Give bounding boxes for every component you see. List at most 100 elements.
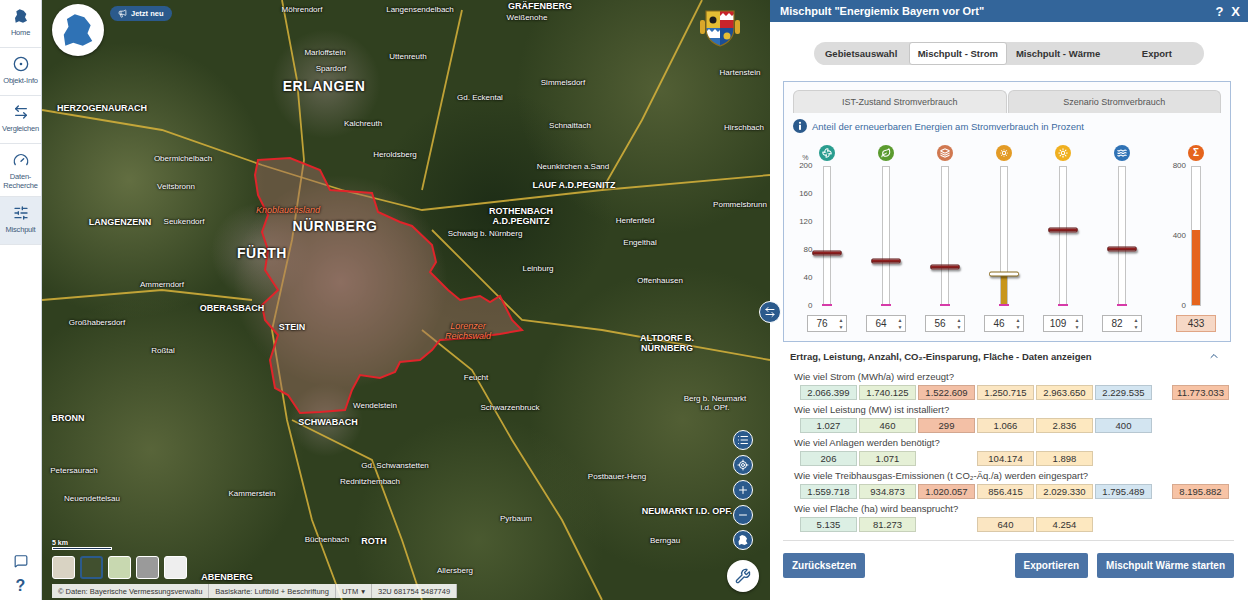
map-label: ALTDORF B. NÜRNBERG	[631, 333, 703, 354]
map-label: Engelthal	[623, 238, 656, 247]
slider-track[interactable]	[823, 166, 831, 306]
spin-up[interactable]: ▲	[955, 317, 964, 324]
coat-of-arms	[698, 8, 742, 52]
spin-down[interactable]: ▼	[837, 324, 846, 331]
projection-select[interactable]: UTM▾	[336, 584, 372, 598]
details-toggle[interactable]: Ertrag, Leistung, Anzahl, CO₂-Einsparung…	[790, 349, 1220, 363]
basemap-thumb[interactable]	[164, 556, 187, 579]
sidebar-item[interactable]: Mischpult	[0, 197, 41, 245]
scale-line	[52, 547, 112, 550]
number-input[interactable]: 64▲▼	[866, 315, 906, 332]
number-input[interactable]: 82▲▼	[1102, 315, 1142, 332]
metric-row: 2061.071104.1741.898	[800, 451, 1248, 466]
minus-icon	[737, 509, 749, 521]
bavaria-icon	[13, 8, 29, 24]
spin-down[interactable]: ▼	[1014, 324, 1023, 331]
basemap-thumb[interactable]	[52, 556, 75, 579]
slider-track[interactable]	[882, 166, 890, 306]
slider-handle[interactable]	[871, 259, 901, 264]
slider-track[interactable]	[941, 166, 949, 306]
subtab[interactable]: IST-Zustand Stromverbrauch	[793, 90, 1007, 113]
app: HomeObjekt-InfoVergleichenDaten-Recherch…	[0, 0, 1248, 600]
panel-help-button[interactable]: ?	[1215, 4, 1223, 19]
slider-handle[interactable]	[989, 271, 1019, 276]
slider-handle[interactable]	[1107, 246, 1137, 251]
number-value: 46	[985, 316, 1014, 331]
map-label: Neunkirchen a.Sand	[537, 162, 610, 171]
spin-down[interactable]: ▼	[1132, 324, 1141, 331]
export-button[interactable]: Exportieren	[1015, 553, 1089, 578]
slider-handle[interactable]	[812, 250, 842, 255]
bavaria-icon	[59, 11, 97, 49]
source-badge	[1114, 145, 1130, 161]
sidebar-footer: ?	[0, 554, 41, 600]
leaf-icon	[881, 148, 891, 158]
spin-down[interactable]: ▼	[1073, 324, 1082, 331]
reset-button[interactable]: Zurücksetzen	[783, 553, 865, 578]
start-heat-button[interactable]: Mischpult Wärme starten	[1097, 553, 1234, 578]
solar-roof-icon	[999, 148, 1009, 158]
chat-icon[interactable]	[14, 554, 28, 568]
slider-column: 46▲▼	[974, 145, 1033, 332]
overview-button[interactable]	[52, 4, 104, 56]
zoom-in-button[interactable]	[733, 480, 753, 500]
slider-track[interactable]	[1000, 166, 1008, 306]
metric-cell: 640	[977, 517, 1034, 532]
home-extent-button[interactable]	[733, 530, 753, 550]
basemap-thumb[interactable]	[136, 556, 159, 579]
zoom-out-button[interactable]	[733, 505, 753, 525]
subtab[interactable]: Szenario Stromverbrauch	[1008, 90, 1222, 113]
spin-up[interactable]: ▲	[896, 317, 905, 324]
locate-button[interactable]	[733, 455, 753, 475]
tab[interactable]: Export	[1109, 42, 1204, 65]
slider	[882, 166, 890, 306]
basemap-thumb[interactable]	[108, 556, 131, 579]
details-title: Ertrag, Leistung, Anzahl, CO₂-Einsparung…	[790, 351, 1092, 362]
map-label: Seukendorf	[164, 217, 205, 226]
number-input[interactable]: 109▲▼	[1043, 315, 1083, 332]
panel-close-button[interactable]: X	[1231, 4, 1240, 19]
metric-cell: 1.559.718	[800, 484, 857, 499]
number-input[interactable]: 76▲▼	[807, 315, 847, 332]
empty-cell	[1172, 451, 1229, 466]
tools-button[interactable]	[727, 560, 759, 592]
sidebar-item[interactable]: Vergleichen	[0, 96, 41, 144]
map-label: Weißenohe	[507, 13, 548, 22]
sidebar-item[interactable]: Daten-Recherche	[0, 144, 41, 197]
metric-cell: 1.250.715	[977, 385, 1034, 400]
panel-toggle[interactable]	[759, 301, 781, 323]
source-badge	[1055, 145, 1071, 161]
slider-handle[interactable]	[1048, 227, 1078, 232]
slider-track[interactable]	[1059, 166, 1067, 306]
spin-down[interactable]: ▼	[955, 324, 964, 331]
axis-tick: 400	[1173, 232, 1186, 240]
spin-up[interactable]: ▲	[837, 317, 846, 324]
spin-up[interactable]: ▲	[1132, 317, 1141, 324]
mixer-panel: Mischpult "Energiemix Bayern vor Ort"?XG…	[770, 0, 1248, 600]
tab[interactable]: Mischpult - Strom	[909, 42, 1007, 65]
slider-handle[interactable]	[930, 264, 960, 269]
tab[interactable]: Gebietsauswahl	[814, 42, 909, 65]
map-label: Berngau	[650, 536, 680, 545]
spin-up[interactable]: ▲	[1014, 317, 1023, 324]
tab[interactable]: Mischpult - Wärme	[1007, 42, 1109, 65]
slider-track[interactable]	[1118, 166, 1126, 306]
sun-icon	[1058, 148, 1068, 158]
spin-up[interactable]: ▲	[1073, 317, 1082, 324]
legend-button[interactable]	[733, 430, 753, 450]
news-badge[interactable]: Jetzt neu	[110, 6, 172, 21]
map-label: ROTH	[361, 536, 387, 546]
map[interactable]: MöhrendorfLangensendelbachGRÄFENBERGWeiß…	[42, 0, 770, 600]
sidebar-item[interactable]: Objekt-Info	[0, 48, 41, 96]
spin-down[interactable]: ▼	[896, 324, 905, 331]
help-button[interactable]: ?	[16, 578, 26, 594]
map-label: Postbauer-Heng	[588, 472, 646, 481]
number-input[interactable]: 46▲▼	[984, 315, 1024, 332]
basemap-thumb[interactable]	[80, 556, 103, 579]
sidebar-item[interactable]: Home	[0, 0, 41, 48]
metric: Wie viel Fläche (ha) wird beansprucht?5.…	[794, 503, 1248, 532]
info-icon[interactable]	[793, 119, 807, 133]
metric-cell: 4.254	[1036, 517, 1093, 532]
metric-cell: 2.066.399	[800, 385, 857, 400]
number-input[interactable]: 56▲▼	[925, 315, 965, 332]
